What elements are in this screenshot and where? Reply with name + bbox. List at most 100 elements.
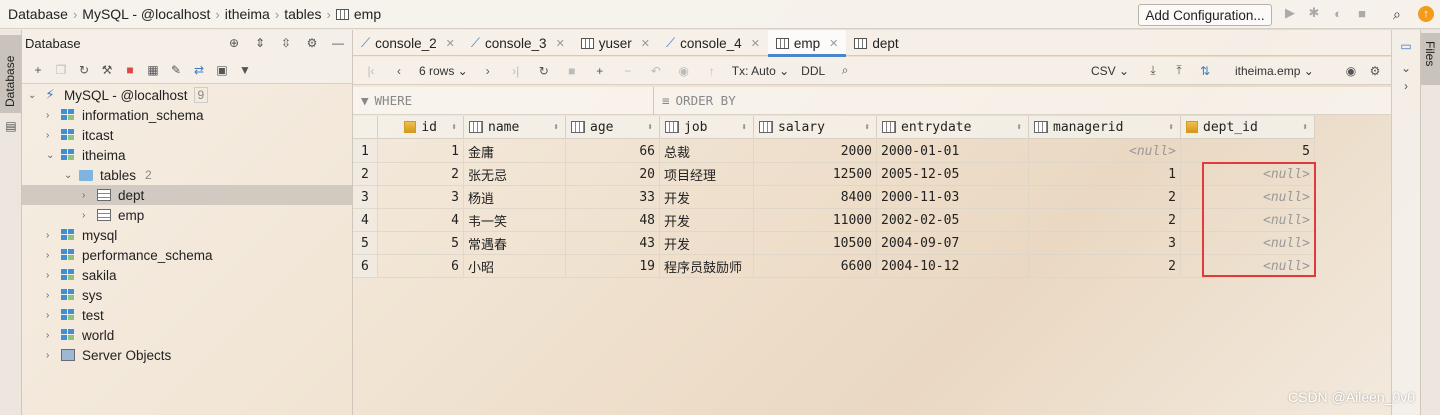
close-icon[interactable]: ✕ — [446, 37, 455, 50]
close-icon[interactable]: ✕ — [641, 37, 650, 50]
refresh-icon[interactable]: ↻ — [76, 62, 92, 78]
table-cell[interactable]: 43 — [566, 232, 660, 255]
sort-icon[interactable]: ⬍ — [553, 122, 559, 133]
chevron-right-icon[interactable]: › — [46, 130, 60, 141]
table-cell[interactable]: 常遇春 — [464, 232, 566, 255]
download-icon[interactable]: ⤓ — [1145, 63, 1161, 79]
tree-item[interactable]: ⌄ itheima — [46, 145, 126, 165]
table-cell[interactable]: 杨逍 — [464, 186, 566, 209]
breadcrumb-table[interactable]: emp — [354, 6, 381, 22]
tab-console-2[interactable]: ⟋ console_2 ✕ — [353, 30, 463, 56]
chevron-down-icon[interactable]: ⌄ — [1398, 60, 1414, 76]
tree-item[interactable]: › itcast — [46, 125, 114, 145]
tree-item[interactable]: › mysql — [46, 225, 117, 245]
table-cell[interactable]: 1 — [1029, 163, 1181, 186]
console-icon[interactable]: ▣ — [214, 62, 230, 78]
chevron-right-icon[interactable]: › — [46, 110, 60, 121]
table-cell[interactable]: 2 — [1029, 186, 1181, 209]
column-header-job[interactable]: job ⬍ — [660, 116, 754, 139]
table-cell[interactable]: 程序员鼓励师 — [660, 255, 754, 278]
table-cell[interactable]: 开发 — [660, 209, 754, 232]
stop-icon[interactable]: ■ — [1354, 5, 1370, 21]
table-cell[interactable]: 2004-09-07 — [877, 232, 1029, 255]
tab-yuser[interactable]: yuser ✕ — [573, 30, 658, 56]
table-cell[interactable]: 6600 — [754, 255, 877, 278]
tree-item[interactable]: › emp — [82, 205, 144, 225]
gear-icon[interactable]: ⚙ — [304, 35, 320, 51]
table-cell[interactable]: 张无忌 — [464, 163, 566, 186]
column-header-managerid[interactable]: managerid ⬍ — [1029, 116, 1181, 139]
table-cell[interactable]: 5 — [1181, 140, 1315, 163]
tree-item[interactable]: › Server Objects — [46, 345, 171, 365]
tree-item[interactable]: › dept — [22, 185, 352, 205]
table-cell[interactable]: <null> — [1029, 140, 1181, 163]
revert-icon[interactable]: ↶ — [648, 63, 664, 79]
table-cell[interactable]: 2005-12-05 — [877, 163, 1029, 186]
hide-icon[interactable]: — — [330, 35, 346, 51]
breadcrumb-schema[interactable]: itheima — [225, 6, 270, 22]
prev-page-icon[interactable]: ‹ — [391, 63, 407, 79]
expand-all-icon[interactable]: ⇕ — [252, 35, 268, 51]
properties-icon[interactable]: ⚒ — [99, 62, 115, 78]
tree-item[interactable]: › world — [46, 325, 114, 345]
locate-icon[interactable]: ⊕ — [226, 35, 242, 51]
table-cell[interactable]: 总裁 — [660, 140, 754, 163]
add-icon[interactable]: + — [30, 62, 46, 78]
order-by-input[interactable]: ≡ ORDER BY — [654, 93, 736, 108]
table-cell[interactable]: 33 — [566, 186, 660, 209]
first-page-icon[interactable]: |‹ — [363, 63, 379, 79]
reload-icon[interactable]: ↻ — [536, 63, 552, 79]
cancel-icon[interactable]: ■ — [564, 63, 580, 79]
table-cell[interactable]: 2 — [1029, 209, 1181, 232]
table-cell[interactable]: 2000-11-03 — [877, 186, 1029, 209]
database-view-icon[interactable]: ▭ — [1398, 38, 1414, 54]
sort-icon[interactable]: ⬍ — [1302, 122, 1308, 133]
table-cell[interactable]: 项目经理 — [660, 163, 754, 186]
table-cell[interactable]: 1 — [378, 140, 464, 163]
table-cell[interactable]: 4 — [378, 209, 464, 232]
chevron-right-icon[interactable]: › — [82, 210, 96, 221]
search-icon[interactable]: ⌕ — [1393, 6, 1401, 23]
table-cell[interactable]: 金庸 — [464, 140, 566, 163]
table-cell[interactable]: 小昭 — [464, 255, 566, 278]
tab-console-3[interactable]: ⟋ console_3 ✕ — [463, 30, 573, 56]
copy-icon[interactable]: ❐ — [53, 62, 69, 78]
database-tool-tab[interactable]: Database — [0, 35, 21, 113]
tree-item[interactable]: › sakila — [46, 265, 117, 285]
chevron-right-icon[interactable]: › — [1398, 78, 1414, 94]
table-cell[interactable]: 3 — [1029, 232, 1181, 255]
structure-icon[interactable]: ▤ — [3, 118, 19, 134]
tx-mode-selector[interactable]: Tx: Auto ⌄ — [732, 64, 789, 78]
column-header-dept_id[interactable]: dept_id ⬍ — [1181, 116, 1315, 139]
tree-item[interactable]: › sys — [46, 285, 102, 305]
chevron-right-icon[interactable]: › — [46, 310, 60, 321]
update-icon[interactable]: ↑ — [1418, 6, 1434, 22]
sort-icon[interactable]: ⬍ — [1168, 122, 1174, 133]
table-cell[interactable]: 10500 — [754, 232, 877, 255]
chevron-down-icon[interactable]: ⌄ — [64, 170, 78, 181]
table-cell[interactable]: 2000 — [754, 140, 877, 163]
filter-icon[interactable]: ▼ — [237, 62, 253, 78]
debug-icon[interactable]: ✱ — [1306, 5, 1322, 21]
coverage-icon[interactable]: ◐ — [1330, 5, 1346, 21]
table-cell[interactable]: 11000 — [754, 209, 877, 232]
jump-icon[interactable]: ⇄ — [191, 62, 207, 78]
table-view-icon[interactable]: ▦ — [145, 62, 161, 78]
column-header-salary[interactable]: salary ⬍ — [754, 116, 877, 139]
table-cell[interactable]: 12500 — [754, 163, 877, 186]
table-cell[interactable]: 5 — [378, 232, 464, 255]
chevron-right-icon[interactable]: › — [46, 350, 60, 361]
chevron-down-icon[interactable]: ⌄ — [46, 150, 60, 161]
close-icon[interactable]: ✕ — [751, 37, 760, 50]
breadcrumb-server[interactable]: MySQL - @localhost — [82, 6, 210, 22]
ddl-button[interactable]: DDL — [801, 64, 825, 78]
compare-icon[interactable]: ⇅ — [1197, 63, 1213, 79]
table-cell[interactable]: 19 — [566, 255, 660, 278]
chevron-right-icon[interactable]: › — [46, 250, 60, 261]
close-icon[interactable]: ✕ — [556, 37, 565, 50]
column-header-entrydate[interactable]: entrydate ⬍ — [877, 116, 1029, 139]
add-configuration-button[interactable]: Add Configuration... — [1138, 4, 1272, 26]
tree-item[interactable]: › test — [46, 305, 104, 325]
files-tool-tab[interactable]: Files — [1421, 33, 1440, 85]
tree-item[interactable]: ⌄ tables 2 — [64, 165, 155, 185]
